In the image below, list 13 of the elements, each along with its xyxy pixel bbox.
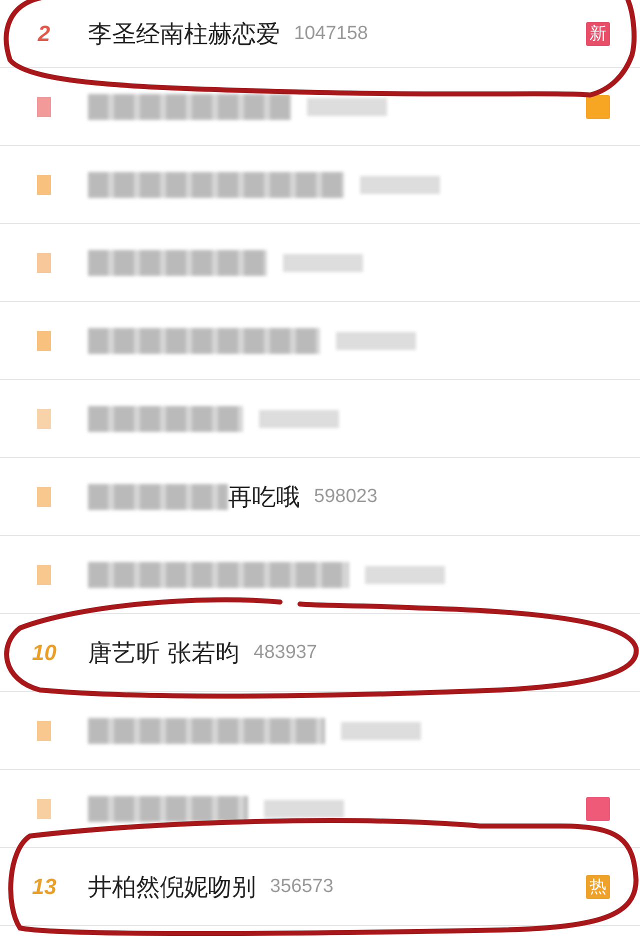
rank-number: 13 <box>32 874 56 900</box>
topic-title[interactable]: 李圣经南柱赫恋爱 <box>88 18 280 50</box>
view-count: 598023 <box>314 486 378 508</box>
view-count: 1047158 <box>294 22 368 44</box>
topic-title[interactable]: 井柏然倪妮吻别 <box>88 870 256 902</box>
view-count: 356573 <box>270 876 334 898</box>
view-count: 483937 <box>254 642 318 664</box>
tag-badge: 新 <box>586 22 610 46</box>
rank-number: 10 <box>32 640 56 666</box>
rank-number: 2 <box>36 20 52 46</box>
topic-title[interactable]: 唐艺昕 张若昀 <box>88 636 240 668</box>
tag-badge: 热 <box>586 874 610 898</box>
topic-title[interactable]: 再吃哦 <box>228 480 300 512</box>
